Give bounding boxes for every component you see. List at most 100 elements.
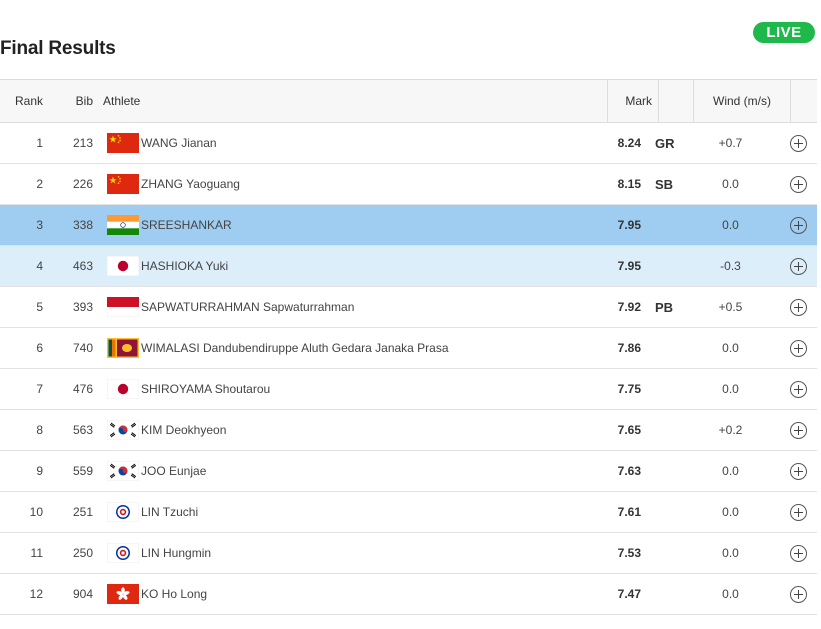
row-rank: 3: [36, 218, 43, 232]
row-bib: 338: [72, 218, 93, 232]
header-divider: [658, 80, 659, 122]
row-bib: 740: [72, 341, 93, 355]
row-mark: 7.92: [617, 300, 641, 314]
row-note: SB: [655, 176, 674, 192]
table-row[interactable]: 4 463 HASHIOKA Yuki 7.95 -0.3: [0, 246, 817, 287]
table-row[interactable]: 10 251 LIN Tzuchi 7.61 0.0: [0, 492, 817, 533]
header-bib[interactable]: Bib: [43, 94, 93, 108]
table-row[interactable]: 5 393 SAPWATURRAHMAN Sapwaturrahman 7.92…: [0, 287, 817, 328]
row-athlete[interactable]: WIMALASI Dandubendiruppe Aluth Gedara Ja…: [141, 341, 597, 355]
flag-icon: [93, 338, 141, 358]
table-header: Rank Bib Athlete Mark Wind (m/s): [0, 79, 817, 123]
expand-plus-icon[interactable]: [790, 134, 807, 152]
row-mark: 7.47: [617, 587, 641, 601]
row-athlete[interactable]: ZHANG Yaoguang: [141, 177, 597, 191]
table-row[interactable]: 3 338 SREESHANKAR 7.95 0.0: [0, 205, 817, 246]
expand-plus-icon[interactable]: [790, 257, 807, 275]
row-mark: 7.53: [617, 546, 641, 560]
table-row[interactable]: 1 213 WANG Jianan 8.24 GR +0.7: [0, 123, 817, 164]
row-bib: 559: [72, 464, 93, 478]
header-wind[interactable]: Wind (m/s): [694, 94, 790, 108]
expand-plus-icon[interactable]: [790, 339, 807, 357]
row-wind: 0.0: [722, 218, 739, 232]
row-mark: 7.95: [617, 259, 641, 273]
row-bib: 476: [72, 382, 93, 396]
row-mark: 7.65: [617, 423, 641, 437]
flag-icon: [93, 584, 141, 604]
row-rank: 8: [36, 423, 43, 437]
table-row[interactable]: 12 904 KO Ho Long 7.47 0.0: [0, 574, 817, 615]
expand-plus-icon[interactable]: [790, 175, 807, 193]
table-row[interactable]: 8 563 KIM Deokhyeon 7.65 +0.2: [0, 410, 817, 451]
expand-plus-icon[interactable]: [790, 462, 807, 480]
row-athlete[interactable]: SREESHANKAR: [141, 218, 597, 232]
flag-icon: [93, 174, 141, 194]
row-wind: +0.5: [718, 300, 743, 314]
table-row[interactable]: 9 559 JOO Eunjae 7.63 0.0: [0, 451, 817, 492]
flag-icon: [93, 133, 141, 153]
row-rank: 11: [30, 546, 43, 560]
table-row[interactable]: 2 226 ZHANG Yaoguang 8.15 SB 0.0: [0, 164, 817, 205]
row-rank: 1: [36, 136, 43, 150]
row-note: PB: [655, 299, 674, 315]
row-athlete[interactable]: LIN Hungmin: [141, 546, 597, 560]
row-mark: 7.63: [617, 464, 641, 478]
row-wind: 0.0: [722, 341, 739, 355]
row-mark: 7.75: [617, 382, 641, 396]
row-athlete[interactable]: LIN Tzuchi: [141, 505, 597, 519]
table-body: 1 213 WANG Jianan 8.24 GR +0.7 2 226 ZHA…: [0, 123, 817, 615]
header-athlete[interactable]: Athlete: [93, 94, 607, 108]
row-wind: 0.0: [722, 587, 739, 601]
row-bib: 251: [72, 505, 93, 519]
row-athlete[interactable]: HASHIOKA Yuki: [141, 259, 597, 273]
flag-icon: [93, 420, 141, 440]
row-rank: 9: [36, 464, 43, 478]
row-athlete[interactable]: SHIROYAMA Shoutarou: [141, 382, 597, 396]
expand-plus-icon[interactable]: [790, 503, 807, 521]
row-wind: -0.3: [720, 259, 741, 273]
expand-plus-icon[interactable]: [790, 421, 807, 439]
row-bib: 904: [72, 587, 93, 601]
row-bib: 250: [72, 546, 93, 560]
row-wind: +0.7: [718, 136, 743, 150]
row-bib: 213: [72, 136, 93, 150]
row-wind: 0.0: [722, 382, 739, 396]
row-athlete[interactable]: JOO Eunjae: [141, 464, 597, 478]
flag-icon: [93, 256, 141, 276]
table-row[interactable]: 6 740 WIMALASI Dandubendiruppe Aluth Ged…: [0, 328, 817, 369]
row-mark: 7.86: [617, 341, 641, 355]
row-athlete[interactable]: SAPWATURRAHMAN Sapwaturrahman: [141, 300, 597, 314]
row-wind: 0.0: [722, 546, 739, 560]
flag-icon: [93, 461, 141, 481]
row-wind: 0.0: [722, 177, 739, 191]
row-note: GR: [655, 135, 675, 151]
expand-plus-icon[interactable]: [790, 380, 807, 398]
header-mark[interactable]: Mark: [608, 94, 656, 108]
row-rank: 10: [29, 505, 43, 519]
row-athlete[interactable]: KO Ho Long: [141, 587, 597, 601]
expand-plus-icon[interactable]: [790, 298, 807, 316]
results-table: Rank Bib Athlete Mark Wind (m/s) 1 213 W…: [0, 79, 817, 615]
row-rank: 4: [36, 259, 43, 273]
row-mark: 8.15: [617, 177, 641, 191]
flag-icon: [93, 543, 141, 563]
table-row[interactable]: 11 250 LIN Hungmin 7.53 0.0: [0, 533, 817, 574]
expand-plus-icon[interactable]: [790, 216, 807, 234]
expand-plus-icon[interactable]: [790, 544, 807, 562]
row-wind: 0.0: [722, 464, 739, 478]
row-athlete[interactable]: KIM Deokhyeon: [141, 423, 597, 437]
flag-icon: [93, 502, 141, 522]
row-athlete[interactable]: WANG Jianan: [141, 136, 597, 150]
row-rank: 5: [36, 300, 43, 314]
row-bib: 563: [72, 423, 93, 437]
header-rank[interactable]: Rank: [0, 94, 43, 108]
row-rank: 12: [29, 587, 43, 601]
row-rank: 7: [36, 382, 43, 396]
row-mark: 7.61: [617, 505, 641, 519]
row-rank: 6: [36, 341, 43, 355]
row-bib: 393: [72, 300, 93, 314]
flag-icon: [93, 379, 141, 399]
expand-plus-icon[interactable]: [790, 585, 807, 603]
row-bib: 226: [72, 177, 93, 191]
table-row[interactable]: 7 476 SHIROYAMA Shoutarou 7.75 0.0: [0, 369, 817, 410]
